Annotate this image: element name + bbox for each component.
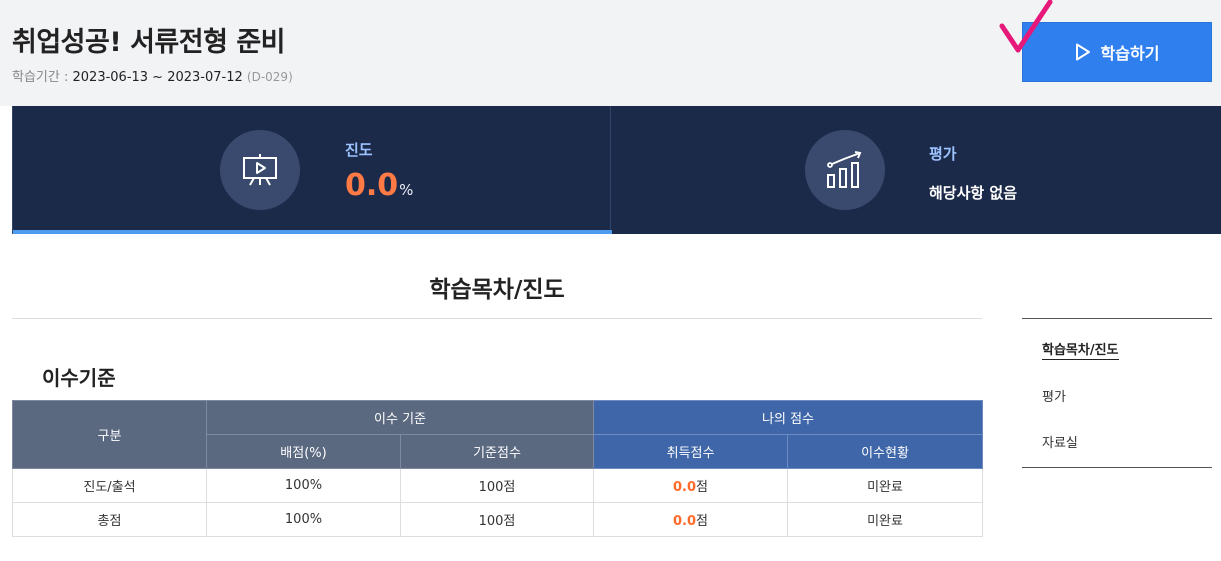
progress-panel[interactable]: 진도 0.0% bbox=[12, 106, 612, 234]
growth-chart-icon bbox=[827, 151, 862, 188]
header-my-score: 나의 점수 bbox=[593, 400, 984, 435]
row-category: 총점 bbox=[12, 502, 207, 537]
completion-criteria-heading: 이수기준 bbox=[42, 366, 116, 390]
row-weight: 100% bbox=[206, 502, 401, 537]
course-header: 취업성공! 서류전형 준비 학습기간 : 2023-06-13 ~ 2023-0… bbox=[0, 0, 1221, 106]
header-base-score: 기준점수 bbox=[399, 434, 595, 469]
header-completion-criteria: 이수 기준 bbox=[205, 400, 595, 435]
active-tab-underline bbox=[13, 230, 612, 234]
progress-number: 0.0 bbox=[345, 168, 399, 203]
row-base-score: 100점 bbox=[399, 502, 595, 537]
table-row: 총점 100% 100점 0.0점 미완료 bbox=[12, 502, 984, 537]
section-title: 학습목차/진도 bbox=[429, 277, 565, 303]
header-earned-score: 취득점수 bbox=[593, 434, 789, 469]
course-title: 취업성공! 서류전형 준비 bbox=[12, 27, 286, 58]
progress-unit: % bbox=[399, 181, 414, 199]
presentation-board-icon bbox=[243, 154, 277, 186]
side-nav: 학습목차/진도 평가 자료실 bbox=[1022, 318, 1212, 468]
start-study-label: 학습하기 bbox=[1100, 44, 1160, 63]
study-period: 학습기간 : 2023-06-13 ~ 2023-07-12 (D-029) bbox=[12, 66, 293, 85]
row-category: 진도/출석 bbox=[12, 468, 207, 503]
completion-criteria-table: 구분 이수 기준 나의 점수 배점(%) 기준점수 취득점수 이수현황 진도/출… bbox=[12, 400, 984, 537]
chart-icon-circle bbox=[805, 130, 885, 210]
header-completion-status: 이수현황 bbox=[787, 434, 984, 469]
row-weight: 100% bbox=[206, 468, 401, 503]
progress-value: 0.0% bbox=[345, 168, 413, 203]
header-category: 구분 bbox=[12, 400, 207, 469]
evaluation-label: 평가 bbox=[929, 145, 957, 163]
evaluation-panel[interactable]: 평가 해당사항 없음 bbox=[611, 106, 1221, 234]
checkmark-annotation-icon bbox=[999, 0, 1053, 53]
earned-score-number: 0.0 bbox=[673, 480, 697, 495]
evaluation-value: 해당사항 없음 bbox=[929, 184, 1018, 202]
side-nav-item-resources[interactable]: 자료실 bbox=[1042, 432, 1078, 451]
side-nav-item-evaluation[interactable]: 평가 bbox=[1042, 386, 1066, 405]
study-period-dates: 2023-06-13 ~ 2023-07-12 bbox=[72, 70, 243, 85]
header-weight: 배점(%) bbox=[206, 434, 401, 469]
learning-stats-bar: 진도 0.0% 평가 해당사항 없음 bbox=[12, 106, 1221, 234]
row-earned-score: 0.0점 bbox=[593, 468, 789, 503]
row-base-score: 100점 bbox=[399, 468, 595, 503]
section-divider bbox=[12, 318, 982, 319]
earned-score-unit: 점 bbox=[696, 480, 709, 495]
play-icon bbox=[1075, 43, 1090, 61]
study-period-label: 학습기간 : bbox=[12, 70, 73, 85]
earned-score-number: 0.0 bbox=[673, 514, 697, 529]
progress-label: 진도 bbox=[345, 141, 373, 159]
side-nav-item-curriculum[interactable]: 학습목차/진도 bbox=[1042, 339, 1119, 360]
d-day-badge: (D-029) bbox=[246, 70, 293, 84]
earned-score-unit: 점 bbox=[696, 514, 709, 529]
row-earned-score: 0.0점 bbox=[593, 502, 789, 537]
row-status: 미완료 bbox=[787, 468, 984, 503]
table-row: 진도/출석 100% 100점 0.0점 미완료 bbox=[12, 468, 984, 503]
row-status: 미완료 bbox=[787, 502, 984, 537]
presentation-icon-circle bbox=[220, 130, 300, 210]
